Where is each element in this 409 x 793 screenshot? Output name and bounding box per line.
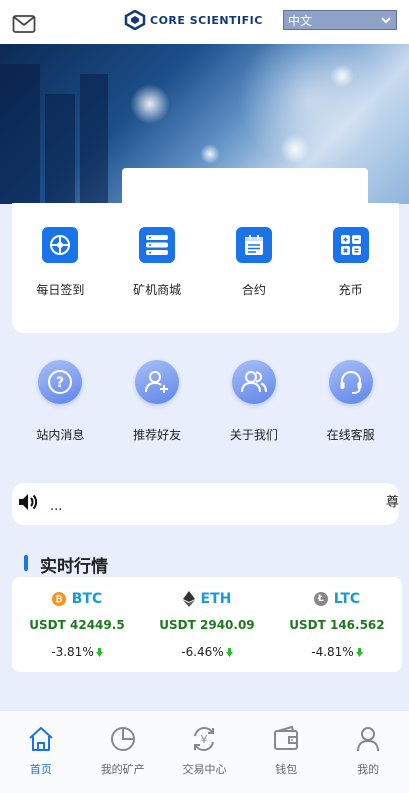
quick-item-contract[interactable]: 合约	[206, 227, 303, 298]
notice-scrolling-text: 尊敬	[386, 495, 399, 510]
arrow-down-icon	[355, 647, 363, 657]
speaker-icon	[19, 494, 38, 510]
ethereum-icon	[182, 591, 195, 607]
nav-label: 我的矿产	[100, 763, 145, 776]
chevron-down-icon	[381, 17, 391, 24]
wallet-icon	[274, 725, 299, 750]
quick-item-label: 合约	[241, 283, 266, 297]
notice-ellipsis: ...	[50, 499, 63, 514]
menu-item-label: 关于我们	[229, 428, 278, 442]
sign-in-icon	[42, 227, 79, 263]
banner-image[interactable]	[0, 44, 409, 204]
nav-trading-center[interactable]: ¥ 交易中心	[164, 711, 246, 793]
arrow-down-icon	[95, 647, 103, 657]
quick-item-label: 矿机商城	[133, 283, 182, 297]
server-icon	[139, 227, 176, 263]
menu-item-label: 站内消息	[36, 428, 85, 442]
svg-text:?: ?	[56, 375, 64, 391]
menu-item-messages[interactable]: ? 站内消息	[12, 360, 109, 443]
market-section-title: 实时行情	[40, 557, 108, 577]
headset-icon	[328, 360, 373, 404]
nav-my-mining[interactable]: 我的矿产	[82, 711, 164, 793]
menu-item-support[interactable]: 在线客服	[302, 360, 399, 443]
coin-price: USDT 2940.09	[159, 618, 255, 632]
pie-chart-icon	[110, 727, 135, 751]
mail-icon[interactable]	[12, 14, 36, 34]
quick-item-deposit[interactable]: 充币	[302, 227, 399, 298]
nav-label: 我的	[357, 763, 380, 776]
market-item-btc[interactable]: ₿ BTC USDT 42449.5 -3.81%	[12, 577, 142, 672]
nav-label: 交易中心	[182, 763, 227, 776]
language-select[interactable]: 中文	[283, 10, 397, 30]
coin-price: USDT 146.562	[289, 618, 385, 632]
coin-symbol: ETH	[200, 591, 232, 607]
brand-logo: CORE SCIENTIFIC	[124, 8, 263, 32]
litecoin-icon: Ł	[313, 592, 328, 606]
nav-label: 首页	[29, 763, 52, 776]
market-item-ltc[interactable]: Ł LTC USDT 146.562 -4.81%	[272, 577, 402, 672]
header: CORE SCIENTIFIC 中文	[0, 0, 409, 44]
quick-item-miner-shop[interactable]: 矿机商城	[109, 227, 206, 298]
coin-price: USDT 42449.5	[29, 618, 125, 632]
secondary-menu: ? 站内消息 推荐好友 关于我们 在线客服	[12, 360, 399, 443]
market-item-eth[interactable]: ETH USDT 2940.09 -6.46%	[142, 577, 272, 672]
menu-item-label: 在线客服	[326, 428, 375, 442]
add-user-icon	[135, 360, 180, 404]
svg-text:¥: ¥	[201, 733, 208, 746]
section-accent-bar	[24, 555, 28, 571]
question-icon: ?	[38, 360, 83, 404]
menu-item-label: 推荐好友	[133, 428, 182, 442]
market-card: ₿ BTC USDT 42449.5 -3.81% ETH USDT 2940.…	[12, 577, 402, 672]
calculator-icon	[332, 227, 369, 263]
brand-name: CORE SCIENTIFIC	[150, 13, 263, 27]
coin-change: -6.46%	[181, 645, 224, 659]
user-icon	[357, 727, 380, 752]
menu-item-about[interactable]: 关于我们	[206, 360, 303, 443]
exchange-icon: ¥	[194, 726, 215, 752]
nav-wallet[interactable]: 钱包	[245, 711, 327, 793]
coin-change: -4.81%	[311, 645, 354, 659]
bitcoin-icon: ₿	[51, 592, 66, 606]
notice-bar[interactable]: ... 尊敬	[12, 483, 399, 525]
nav-profile[interactable]: 我的	[327, 711, 409, 793]
quick-item-label: 每日签到	[36, 283, 85, 297]
quick-item-label: 充币	[338, 283, 363, 297]
core-scientific-logo	[124, 10, 146, 30]
quick-menu-card: 每日签到 矿机商城 合约 充币	[12, 203, 399, 333]
quick-item-daily-signin[interactable]: 每日签到	[12, 227, 109, 298]
coin-change: -3.81%	[51, 645, 94, 659]
home-icon	[29, 727, 53, 751]
coin-symbol: LTC	[333, 591, 361, 607]
coin-symbol: BTC	[71, 591, 103, 607]
language-value: 中文	[288, 13, 313, 28]
arrow-down-icon	[225, 647, 233, 657]
contract-icon	[235, 227, 272, 263]
users-icon	[231, 360, 276, 404]
nav-label: 钱包	[275, 763, 298, 776]
bottom-nav: 首页 我的矿产 ¥ 交易中心 钱包 我的	[0, 710, 409, 793]
menu-item-referral[interactable]: 推荐好友	[109, 360, 206, 443]
nav-home[interactable]: 首页	[0, 711, 82, 793]
